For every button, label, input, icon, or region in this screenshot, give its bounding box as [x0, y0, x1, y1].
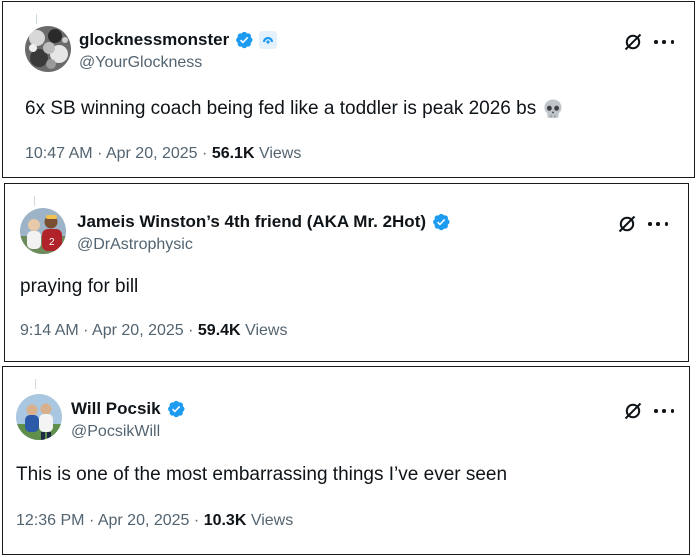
tweet-text: 6x SB winning coach being fed like a tod…	[25, 98, 564, 120]
separator: ·	[88, 512, 95, 529]
timestamp-time[interactable]: 10:47 AM	[25, 145, 93, 162]
tweet-text-content: praying for bill	[20, 276, 139, 297]
tweet-text: This is one of the most embarrassing thi…	[16, 464, 507, 486]
verified-badge-icon	[431, 212, 451, 232]
grok-icon[interactable]	[617, 214, 637, 234]
timestamp-date[interactable]: Apr 20, 2025	[92, 322, 184, 339]
author-name[interactable]: Jameis Winston’s 4th friend (AKA Mr. 2Ho…	[77, 212, 426, 232]
verified-badge-icon	[234, 30, 254, 50]
timestamp-date[interactable]: Apr 20, 2025	[98, 512, 190, 529]
verified-badge-icon	[166, 399, 186, 419]
author-name[interactable]: Will Pocsik	[71, 399, 161, 419]
author-handle[interactable]: @YourGlockness	[79, 54, 202, 72]
skull-emoji-icon	[544, 99, 562, 118]
tweet-text-content: 6x SB winning coach being fed like a tod…	[25, 98, 537, 119]
svg-text:2: 2	[49, 237, 55, 248]
tweet-card[interactable]: Will Pocsik @PocsikWill This is one of t…	[2, 366, 690, 555]
thread-line	[34, 196, 35, 206]
views-count: 56.1K	[211, 145, 255, 162]
more-options-icon[interactable]	[654, 32, 674, 52]
views-label: Views	[245, 322, 288, 339]
tweet-meta: 9:14 AM · Apr 20, 2025 · 59.4K Views	[20, 322, 287, 340]
avatar[interactable]	[16, 394, 62, 440]
avatar[interactable]	[25, 26, 71, 72]
separator: ·	[193, 512, 200, 529]
author-handle[interactable]: @PocsikWill	[71, 423, 160, 441]
tweet-text: praying for bill	[20, 276, 138, 298]
views-count: 10.3K	[203, 512, 247, 529]
author-row: Will Pocsik	[71, 399, 186, 419]
views-label: Views	[258, 145, 302, 162]
timestamp-date[interactable]: Apr 20, 2025	[106, 145, 198, 162]
views-count: 59.4K	[197, 322, 241, 339]
tweet-text-content: This is one of the most embarrassing thi…	[16, 464, 508, 485]
separator: ·	[97, 145, 103, 162]
timestamp-time[interactable]: 12:36 PM	[16, 512, 84, 529]
more-options-icon[interactable]	[654, 401, 674, 421]
separator: ·	[83, 322, 89, 339]
timestamp-time[interactable]: 9:14 AM	[20, 322, 79, 339]
author-row: Jameis Winston’s 4th friend (AKA Mr. 2Ho…	[77, 212, 451, 232]
more-options-icon[interactable]	[648, 214, 668, 234]
grok-icon[interactable]	[623, 32, 643, 52]
author-row: glocknessmonster	[79, 30, 278, 50]
separator: ·	[188, 322, 194, 339]
tweet-meta: 12:36 PM · Apr 20, 2025 · 10.3K Views	[16, 512, 293, 530]
thread-line	[35, 379, 36, 389]
thread-line	[36, 14, 37, 24]
tweet-card[interactable]: glocknessmonster @YourGlockness 6x SB wi…	[2, 1, 695, 178]
separator: ·	[202, 145, 208, 162]
avatar[interactable]: 2	[20, 208, 66, 254]
author-name[interactable]: glocknessmonster	[79, 30, 229, 50]
author-handle[interactable]: @DrAstrophysic	[77, 236, 193, 254]
grok-icon[interactable]	[623, 401, 643, 421]
views-label: Views	[250, 512, 294, 529]
tweet-meta: 10:47 AM · Apr 20, 2025 · 56.1K Views	[25, 145, 301, 163]
affiliate-badge-icon	[259, 31, 278, 49]
tweet-card[interactable]: 2 Jameis Winston’s 4th friend (AKA Mr. 2…	[4, 183, 689, 362]
